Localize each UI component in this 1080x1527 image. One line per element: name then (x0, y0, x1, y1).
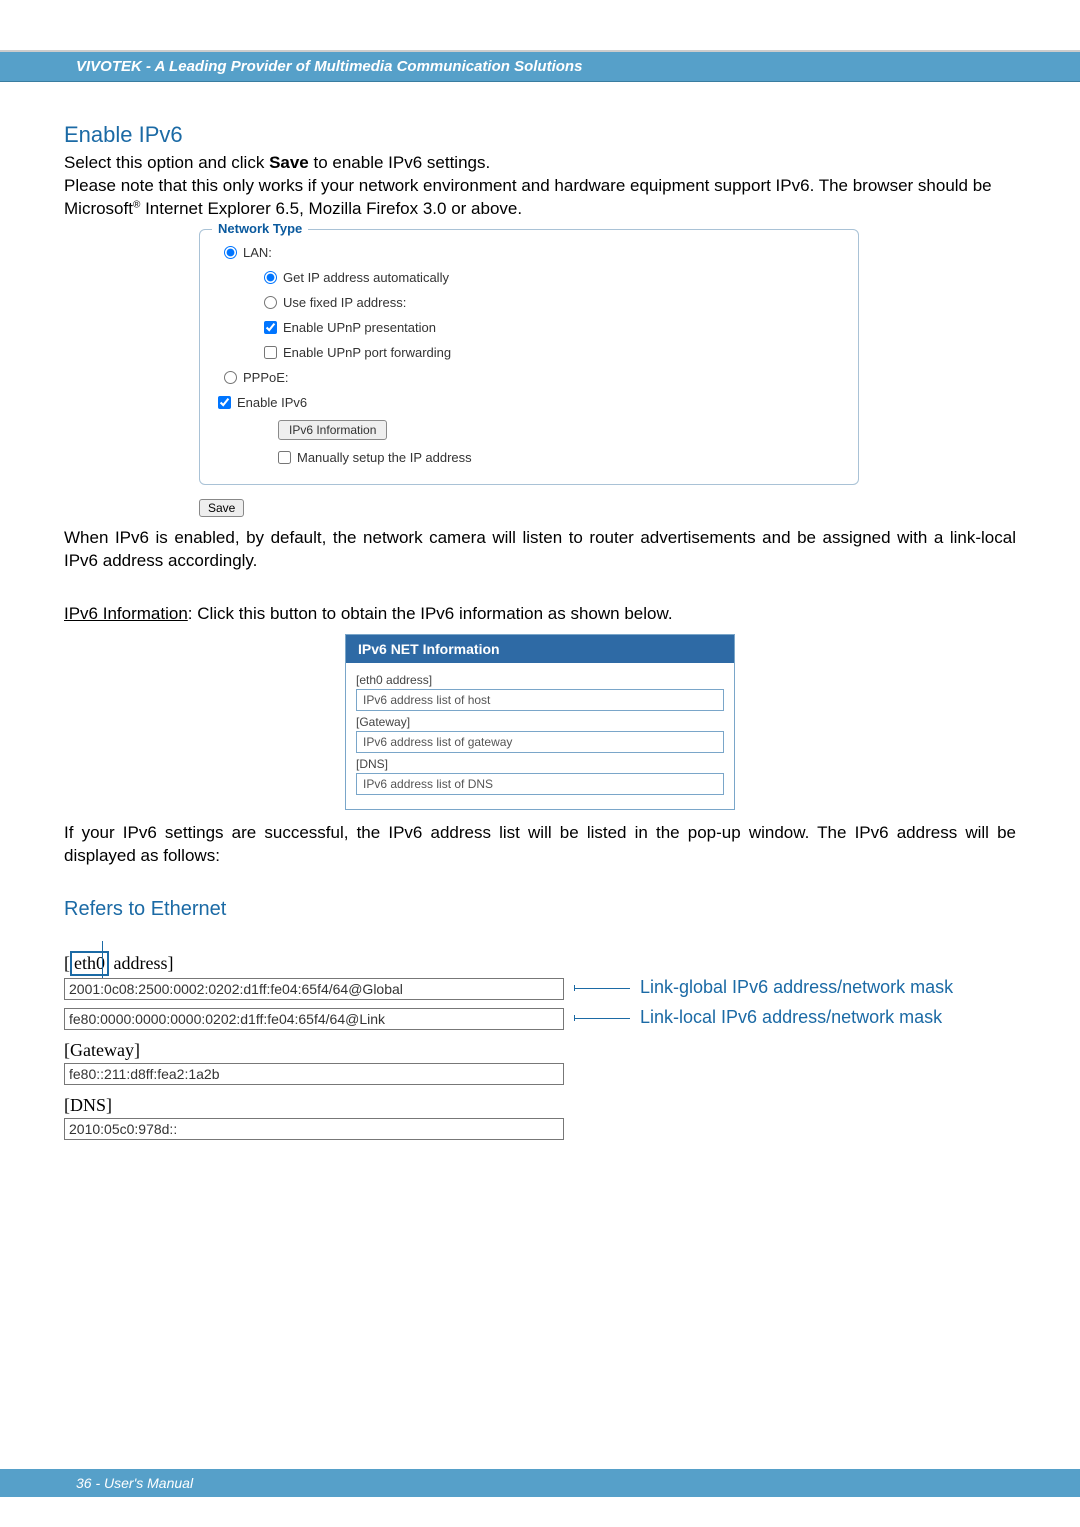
refers-to-ethernet-title: Refers to Ethernet (64, 898, 1016, 921)
fixed-ip-radio[interactable] (264, 296, 277, 309)
intro-bold-save: Save (269, 153, 309, 172)
get-ip-radio[interactable] (264, 271, 277, 284)
connector-line-icon (574, 1013, 630, 1023)
save-button[interactable]: Save (199, 499, 244, 517)
enable-ipv6-checkbox[interactable] (218, 396, 231, 409)
dns-label: [DNS] (64, 1095, 1016, 1116)
intro-paragraph: Select this option and click Save to ena… (64, 152, 1016, 221)
intro-text-2b: Internet Explorer 6.5, Mozilla Firefox 3… (140, 199, 522, 218)
footer-text: 36 - User's Manual (76, 1475, 193, 1491)
header-brand-text: VIVOTEK - A Leading Provider of Multimed… (76, 58, 582, 75)
section-title-enable-ipv6: Enable IPv6 (64, 122, 1016, 148)
gateway-label: [Gateway] (64, 1040, 1016, 1061)
upnp-pres-checkbox[interactable] (264, 321, 277, 334)
popup-eth0-label: [eth0 address] (356, 673, 724, 687)
popup-gateway-label: [Gateway] (356, 715, 724, 729)
pppoe-label: PPPoE: (243, 370, 289, 385)
global-address-box: 2001:0c08:2500:0002:0202:d1ff:fe04:65f4/… (64, 978, 564, 1000)
connector-line-icon (574, 983, 630, 993)
upnp-port-checkbox[interactable] (264, 346, 277, 359)
popup-body: [eth0 address] IPv6 address list of host… (346, 663, 734, 809)
eth0-highlight-box: eth0 (70, 951, 109, 976)
pppoe-radio[interactable] (224, 371, 237, 384)
popup-dns-field: IPv6 address list of DNS (356, 773, 724, 795)
pppoe-radio-row[interactable]: PPPoE: (214, 365, 844, 390)
ipv6-info-underline: IPv6 Information (64, 604, 188, 623)
footer-band: 36 - User's Manual (0, 1469, 1080, 1497)
get-ip-label: Get IP address automatically (283, 270, 449, 285)
get-ip-row[interactable]: Get IP address automatically (214, 265, 844, 290)
enable-ipv6-label: Enable IPv6 (237, 395, 307, 410)
manual-ip-label: Manually setup the IP address (297, 450, 472, 465)
ethernet-diagram: [eth0 address] 2001:0c08:2500:0002:0202:… (64, 951, 1016, 1140)
address-word: address] (109, 953, 173, 973)
page-content: Enable IPv6 Select this option and click… (0, 82, 1080, 1140)
popup-title: IPv6 NET Information (346, 635, 734, 663)
ipv6-info-rest: : Click this button to obtain the IPv6 i… (188, 604, 673, 623)
lan-radio-row[interactable]: LAN: (214, 240, 844, 265)
upnp-pres-label: Enable UPnP presentation (283, 320, 436, 335)
network-type-container: Network Type LAN: Get IP address automat… (199, 229, 859, 485)
gateway-value-box: fe80::211:d8ff:fea2:1a2b (64, 1063, 564, 1085)
paragraph-default-behavior: When IPv6 is enabled, by default, the ne… (64, 527, 1016, 573)
paragraph-success: If your IPv6 settings are successful, th… (64, 822, 1016, 868)
enable-ipv6-row[interactable]: Enable IPv6 (214, 390, 844, 415)
page-top-margin (0, 0, 1080, 52)
fixed-ip-label: Use fixed IP address: (283, 295, 406, 310)
manual-ip-row[interactable]: Manually setup the IP address (214, 445, 844, 470)
link-annotation: Link-local IPv6 address/network mask (640, 1007, 942, 1028)
network-type-legend: Network Type (212, 221, 308, 236)
popup-eth0-field: IPv6 address list of host (356, 689, 724, 711)
eth0-address-label: [eth0 address] (64, 951, 1016, 976)
manual-ip-checkbox[interactable] (278, 451, 291, 464)
ipv6-information-button[interactable]: IPv6 Information (278, 420, 387, 440)
popup-dns-label: [DNS] (356, 757, 724, 771)
fixed-ip-row[interactable]: Use fixed IP address: (214, 290, 844, 315)
network-type-fieldset: Network Type LAN: Get IP address automat… (199, 229, 859, 485)
upnp-port-label: Enable UPnP port forwarding (283, 345, 451, 360)
ipv6-info-line: IPv6 Information: Click this button to o… (64, 603, 1016, 626)
global-annotation: Link-global IPv6 address/network mask (640, 977, 953, 998)
dns-value-box: 2010:05c0:978d:: (64, 1118, 564, 1140)
lan-label: LAN: (243, 245, 272, 260)
global-row: 2001:0c08:2500:0002:0202:d1ff:fe04:65f4/… (64, 976, 1016, 1000)
popup-gateway-field: IPv6 address list of gateway (356, 731, 724, 753)
link-address-box: fe80:0000:0000:0000:0202:d1ff:fe04:65f4/… (64, 1008, 564, 1030)
upnp-pres-row[interactable]: Enable UPnP presentation (214, 315, 844, 340)
ipv6-info-popup: IPv6 NET Information [eth0 address] IPv6… (345, 634, 735, 810)
link-row: fe80:0000:0000:0000:0202:d1ff:fe04:65f4/… (64, 1006, 1016, 1030)
intro-text-a: Select this option and click (64, 153, 269, 172)
upnp-port-row[interactable]: Enable UPnP port forwarding (214, 340, 844, 365)
lan-radio[interactable] (224, 246, 237, 259)
ipv6-info-btn-row: IPv6 Information (214, 415, 844, 445)
intro-text-b: to enable IPv6 settings. (309, 153, 490, 172)
header-band: VIVOTEK - A Leading Provider of Multimed… (0, 52, 1080, 82)
